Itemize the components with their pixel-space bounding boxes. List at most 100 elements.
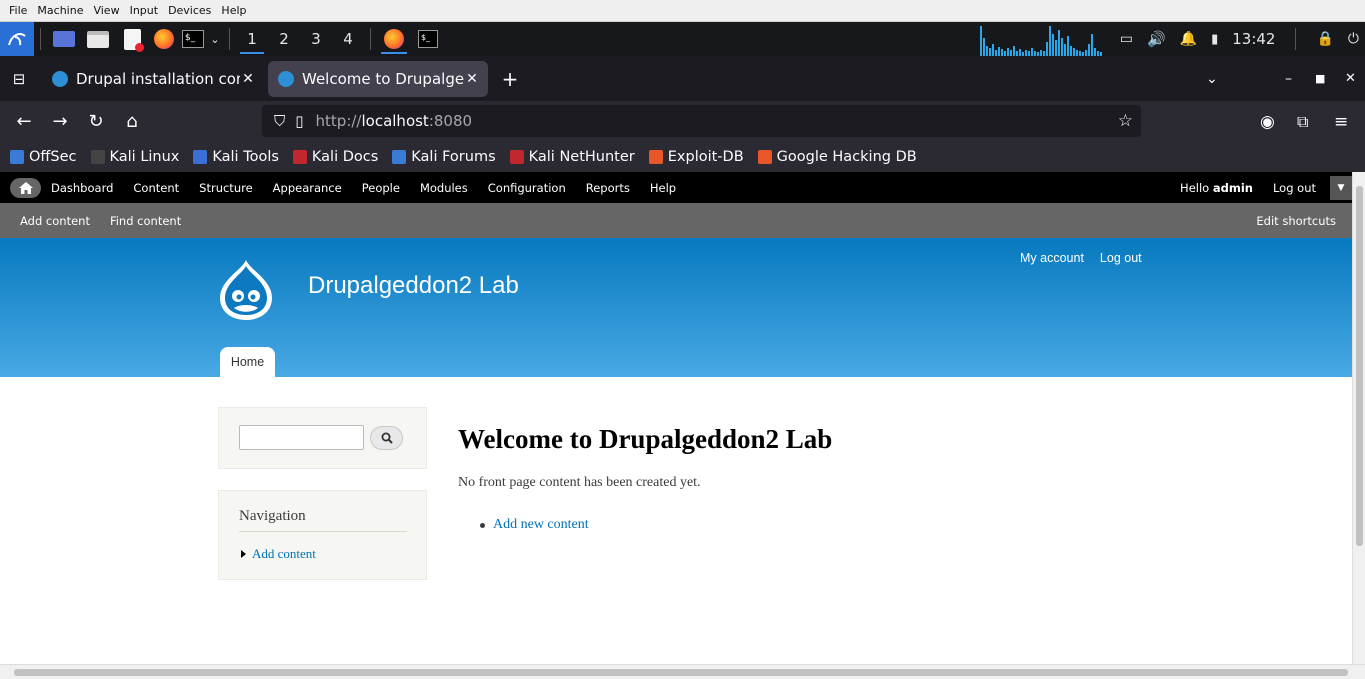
taskbar-terminal-icon[interactable]: $_ bbox=[411, 22, 445, 56]
vm-menu-help[interactable]: Help bbox=[216, 4, 251, 17]
workspace-2[interactable]: 2 bbox=[268, 22, 300, 56]
drupal-logo-icon[interactable] bbox=[216, 258, 276, 322]
search-block bbox=[218, 407, 427, 469]
shield-icon[interactable]: ⛉ bbox=[274, 112, 285, 130]
panel-separator bbox=[1295, 28, 1297, 50]
tab-overview-icon[interactable]: ⊟ bbox=[0, 70, 38, 88]
firefox-icon[interactable] bbox=[149, 22, 179, 56]
taskbar-firefox-icon[interactable] bbox=[377, 22, 411, 56]
kali-linux-icon bbox=[90, 150, 105, 164]
shortcut-find-content[interactable]: Find content bbox=[100, 214, 191, 228]
workspace-4[interactable]: 4 bbox=[332, 22, 364, 56]
kali-forums-icon bbox=[392, 150, 407, 164]
header-logout-link[interactable]: Log out bbox=[1100, 251, 1142, 265]
vm-menu-view[interactable]: View bbox=[88, 4, 124, 17]
vertical-scroll-thumb[interactable] bbox=[1356, 186, 1363, 546]
navigation-block: Navigation Add content bbox=[218, 490, 427, 580]
menu-hamburger-icon[interactable]: ≡ bbox=[1334, 112, 1348, 132]
drupal-admin-toolbar: Dashboard Content Structure Appearance P… bbox=[0, 172, 1352, 203]
notification-bell-icon[interactable]: 🔔 bbox=[1180, 31, 1197, 47]
reload-icon[interactable]: ↻ bbox=[78, 111, 114, 132]
close-tab-icon[interactable]: ✕ bbox=[464, 71, 480, 87]
close-window-icon[interactable]: ✕ bbox=[1345, 71, 1356, 86]
panel-separator bbox=[40, 28, 41, 50]
kali-docs-icon bbox=[292, 150, 307, 164]
navigation-title: Navigation bbox=[239, 508, 407, 532]
toolbar-appearance[interactable]: Appearance bbox=[263, 181, 352, 195]
forward-icon[interactable]: → bbox=[42, 111, 78, 132]
horizontal-scrollbar[interactable] bbox=[0, 664, 1365, 679]
show-desktop-icon[interactable] bbox=[47, 22, 81, 56]
search-button[interactable] bbox=[370, 426, 403, 450]
tab-drupal-install[interactable]: Drupal installation complete ✕ bbox=[42, 61, 264, 97]
clock[interactable]: 13:42 bbox=[1232, 30, 1275, 48]
search-icon bbox=[381, 432, 393, 444]
horizontal-scroll-thumb[interactable] bbox=[14, 669, 1348, 676]
toolbar-home-icon[interactable] bbox=[10, 177, 41, 198]
toolbar-modules[interactable]: Modules bbox=[410, 181, 478, 195]
edit-shortcuts-link[interactable]: Edit shortcuts bbox=[1246, 214, 1346, 228]
new-tab-icon[interactable]: + bbox=[492, 67, 528, 91]
toolbar-hello: Hello admin bbox=[1180, 180, 1253, 195]
workspace-3[interactable]: 3 bbox=[300, 22, 332, 56]
bookmark-offsec[interactable]: OffSec bbox=[10, 149, 77, 165]
file-manager-icon[interactable] bbox=[81, 22, 115, 56]
vertical-scrollbar[interactable] bbox=[1352, 172, 1365, 664]
my-account-link[interactable]: My account bbox=[1020, 251, 1084, 265]
shortcut-add-content[interactable]: Add content bbox=[10, 214, 100, 228]
chevron-down-icon[interactable]: ⌄ bbox=[207, 22, 223, 56]
close-tab-icon[interactable]: ✕ bbox=[240, 71, 256, 87]
text-editor-icon[interactable] bbox=[115, 22, 149, 56]
collapsed-arrow-icon bbox=[241, 550, 246, 558]
vm-menu-machine[interactable]: Machine bbox=[32, 4, 88, 17]
bookmark-kali-docs[interactable]: Kali Docs bbox=[292, 149, 378, 165]
cpu-graph bbox=[979, 22, 1106, 56]
bookmark-kali-tools[interactable]: Kali Tools bbox=[193, 149, 279, 165]
toolbar-drawer-chevron-icon[interactable]: ▼ bbox=[1330, 175, 1352, 200]
page-info-icon[interactable]: ▯ bbox=[295, 112, 303, 130]
maximize-icon[interactable]: ■ bbox=[1315, 72, 1325, 85]
toolbar-content[interactable]: Content bbox=[123, 181, 189, 195]
no-content-message: No front page content has been created y… bbox=[458, 475, 701, 490]
list-tabs-chevron-icon[interactable]: ⌄ bbox=[1206, 71, 1218, 87]
account-icon[interactable]: ◉ bbox=[1260, 112, 1275, 132]
bookmark-google-hacking-db[interactable]: Google Hacking DB bbox=[757, 149, 917, 165]
toolbar-reports[interactable]: Reports bbox=[576, 181, 640, 195]
home-icon[interactable]: ⌂ bbox=[114, 111, 150, 132]
list-bullet bbox=[480, 522, 485, 528]
toolbar-username[interactable]: admin bbox=[1213, 181, 1253, 195]
toolbar-logout[interactable]: Log out bbox=[1273, 181, 1316, 195]
search-input[interactable] bbox=[239, 425, 364, 450]
vm-menu-input[interactable]: Input bbox=[125, 4, 163, 17]
bookmark-kali-linux[interactable]: Kali Linux bbox=[90, 149, 179, 165]
toolbar-dashboard[interactable]: Dashboard bbox=[41, 181, 123, 195]
toolbar-help[interactable]: Help bbox=[640, 181, 686, 195]
power-icon[interactable]: ⏻ bbox=[1348, 31, 1359, 47]
terminal-icon[interactable]: $_ bbox=[179, 22, 207, 56]
bookmark-kali-nethunter[interactable]: Kali NetHunter bbox=[509, 149, 635, 165]
back-icon[interactable]: ← bbox=[6, 111, 42, 132]
toolbar-configuration[interactable]: Configuration bbox=[478, 181, 576, 195]
sidebar-add-content-link[interactable]: Add content bbox=[241, 546, 316, 562]
minimize-icon[interactable]: – bbox=[1285, 71, 1292, 87]
bookmark-star-icon[interactable]: ☆ bbox=[1118, 111, 1133, 131]
site-name[interactable]: Drupalgeddon2 Lab bbox=[308, 272, 519, 300]
add-new-content-link[interactable]: Add new content bbox=[493, 517, 589, 533]
vm-menu-devices[interactable]: Devices bbox=[163, 4, 216, 17]
exploit-db-icon bbox=[648, 150, 663, 164]
lock-icon[interactable]: 🔒 bbox=[1316, 31, 1333, 47]
workspace-1[interactable]: 1 bbox=[236, 22, 268, 56]
tab-welcome[interactable]: Welcome to Drupalgeddon2 Lab ✕ bbox=[268, 60, 488, 97]
extensions-icon[interactable]: ⧉ bbox=[1297, 112, 1308, 132]
bookmark-kali-forums[interactable]: Kali Forums bbox=[392, 149, 496, 165]
kali-menu-icon[interactable] bbox=[0, 22, 34, 56]
url-bar[interactable]: ⛉ ▯ http://localhost:8080 ☆ bbox=[262, 105, 1141, 137]
volume-icon[interactable]: 🔊 bbox=[1147, 30, 1166, 48]
bookmark-exploit-db[interactable]: Exploit-DB bbox=[648, 149, 744, 165]
battery-icon[interactable]: ▮ bbox=[1211, 32, 1218, 47]
toolbar-people[interactable]: People bbox=[352, 181, 410, 195]
main-menu-home-tab[interactable]: Home bbox=[220, 347, 275, 377]
toolbar-structure[interactable]: Structure bbox=[189, 181, 263, 195]
vm-menu-file[interactable]: File bbox=[4, 4, 32, 17]
display-icon[interactable]: ▭ bbox=[1120, 31, 1133, 47]
